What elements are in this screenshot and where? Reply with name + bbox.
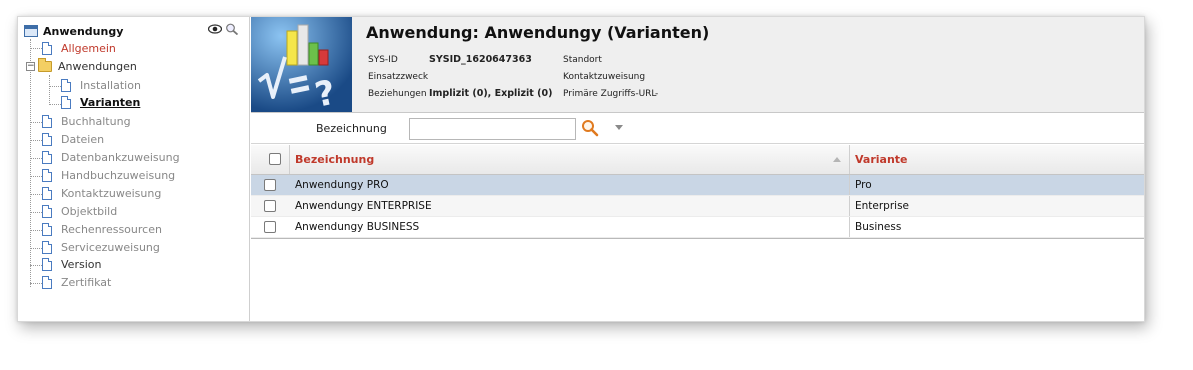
cell-bezeichnung: Anwendungy ENTERPRISE <box>295 200 432 212</box>
sidebar-item-label: Zertifikat <box>61 275 112 289</box>
sidebar-item-buchhaltung[interactable]: Buchhaltung <box>42 113 131 129</box>
document-icon <box>42 257 52 271</box>
einsatzzweck-label: Einsatzzweck <box>368 72 429 82</box>
sysid-value: SYSID_1620647363 <box>429 54 532 65</box>
collapse-toggle[interactable]: − <box>26 61 35 71</box>
column-separator <box>289 145 290 174</box>
sidebar-item-label: Rechenressourcen <box>61 222 162 236</box>
table-row[interactable]: Anwendungy ENTERPRISE Enterprise <box>251 196 1144 217</box>
cell-variante: Pro <box>855 179 872 191</box>
eye-icon[interactable] <box>208 23 222 35</box>
sidebar-item-allgemein[interactable]: Allgemein <box>42 40 116 56</box>
sort-ascending-icon[interactable] <box>833 157 841 162</box>
sidebar-item-version[interactable]: Version <box>42 256 101 272</box>
window-icon <box>24 25 38 37</box>
filter-bar: Bezeichnung <box>251 114 1144 144</box>
page-title: Anwendung: Anwendungy (Varianten) <box>366 23 710 42</box>
document-icon <box>42 150 52 164</box>
sidebar-item-kontaktzuweisung[interactable]: Kontaktzuweisung <box>42 185 161 201</box>
document-icon <box>42 275 52 289</box>
navigation-tree: Anwendungy Allgemein − Anwendungen Insta… <box>18 17 250 321</box>
application-logo: ? <box>251 17 352 112</box>
cell-variante: Enterprise <box>855 200 910 212</box>
sysid-value-text: SYSID_1620647363 <box>429 54 532 65</box>
url-label: Primäre Zugriffs-URL <box>563 89 657 99</box>
filter-label: Bezeichnung <box>316 122 387 135</box>
sidebar-item-label: Buchhaltung <box>61 114 131 128</box>
sidebar-item-label: Allgemein <box>61 41 116 55</box>
row-checkbox[interactable] <box>264 221 276 233</box>
sidebar-item-label: Dateien <box>61 132 105 146</box>
document-icon <box>42 114 52 128</box>
table-bottom-border <box>251 238 1144 239</box>
cell-variante: Business <box>855 221 902 233</box>
document-icon <box>42 132 52 146</box>
magnifier-icon[interactable] <box>225 23 239 35</box>
column-separator <box>849 196 850 216</box>
cell-bezeichnung: Anwendungy PRO <box>295 179 389 191</box>
document-icon <box>61 78 71 92</box>
document-icon <box>42 41 52 55</box>
chevron-down-icon[interactable] <box>615 125 623 130</box>
sidebar-item-dateien[interactable]: Dateien <box>42 131 104 147</box>
sidebar-item-label: Anwendungen <box>58 59 137 73</box>
sidebar-item-handbuchzuweisung[interactable]: Handbuchzuweisung <box>42 167 175 183</box>
column-header-bezeichnung[interactable]: Bezeichnung <box>295 153 374 166</box>
variants-table: Bezeichnung Variante Anwendungy PRO Pro … <box>251 145 1144 239</box>
object-header: ? Anwendung: Anwendungy (Varianten) SYS-… <box>251 17 1144 113</box>
sidebar-item-installation[interactable]: Installation <box>61 77 141 93</box>
tree-line <box>30 39 31 287</box>
sidebar-item-servicezuweisung[interactable]: Servicezuweisung <box>42 239 160 255</box>
tree-line <box>49 75 50 105</box>
document-icon <box>42 186 52 200</box>
sidebar-item-zertifikat[interactable]: Zertifikat <box>42 274 111 290</box>
column-header-variante[interactable]: Variante <box>855 153 908 166</box>
search-icon[interactable] <box>581 119 599 137</box>
sidebar-item-label: Servicezuweisung <box>61 240 160 254</box>
sidebar-item-label: Kontaktzuweisung <box>61 186 162 200</box>
document-icon <box>61 95 71 109</box>
beziehungen-label: Beziehungen <box>368 89 427 99</box>
sidebar-item-label: Varianten <box>80 95 141 109</box>
sidebar-item-objektbild[interactable]: Objektbild <box>42 203 117 219</box>
kontaktzuweisung-label: Kontaktzuweisung <box>563 72 646 82</box>
document-icon <box>42 222 52 236</box>
application-window: Anwendungy Allgemein − Anwendungen Insta… <box>17 16 1145 322</box>
sidebar-item-varianten[interactable]: Varianten <box>61 94 140 110</box>
sidebar-item-label: Installation <box>80 78 141 92</box>
select-all-checkbox[interactable] <box>269 153 281 165</box>
table-row[interactable]: Anwendungy PRO Pro <box>251 175 1144 196</box>
sidebar-item-label: Version <box>61 257 102 271</box>
table-header: Bezeichnung Variante <box>251 145 1144 175</box>
table-row[interactable]: Anwendungy BUSINESS Business <box>251 217 1144 238</box>
sidebar-item-label: Handbuchzuweisung <box>61 168 176 182</box>
application-logo-graphic: ? <box>251 17 352 112</box>
column-separator <box>849 217 850 237</box>
document-icon <box>42 204 52 218</box>
document-icon <box>42 240 52 254</box>
url-value[interactable]: - <box>655 89 658 99</box>
sidebar-item-label: Objektbild <box>61 204 118 218</box>
filter-input[interactable] <box>409 118 576 140</box>
sidebar-item-datenbankzuweisung[interactable]: Datenbankzuweisung <box>42 149 180 165</box>
document-icon <box>42 168 52 182</box>
sidebar-item-anwendungen[interactable]: − Anwendungen <box>26 57 137 74</box>
row-checkbox[interactable] <box>264 200 276 212</box>
sysid-label: SYS-ID <box>368 55 398 65</box>
tree-root[interactable]: Anwendungy <box>24 23 123 39</box>
sidebar-item-label: Datenbankzuweisung <box>61 150 180 164</box>
row-checkbox[interactable] <box>264 179 276 191</box>
column-separator <box>849 145 850 174</box>
cell-bezeichnung: Anwendungy BUSINESS <box>295 221 420 233</box>
standort-label: Standort <box>563 55 602 65</box>
folder-icon <box>38 57 52 72</box>
sidebar-item-rechenressourcen[interactable]: Rechenressourcen <box>42 221 162 237</box>
beziehungen-value-text: Implizit (0), Explizit (0) <box>429 88 553 99</box>
tree-tools <box>208 23 239 35</box>
column-separator <box>849 175 850 195</box>
tree-root-label: Anwendungy <box>43 24 124 38</box>
main-panel: ? Anwendung: Anwendungy (Varianten) SYS-… <box>251 17 1144 321</box>
beziehungen-value: Implizit (0), Explizit (0) <box>429 88 552 99</box>
